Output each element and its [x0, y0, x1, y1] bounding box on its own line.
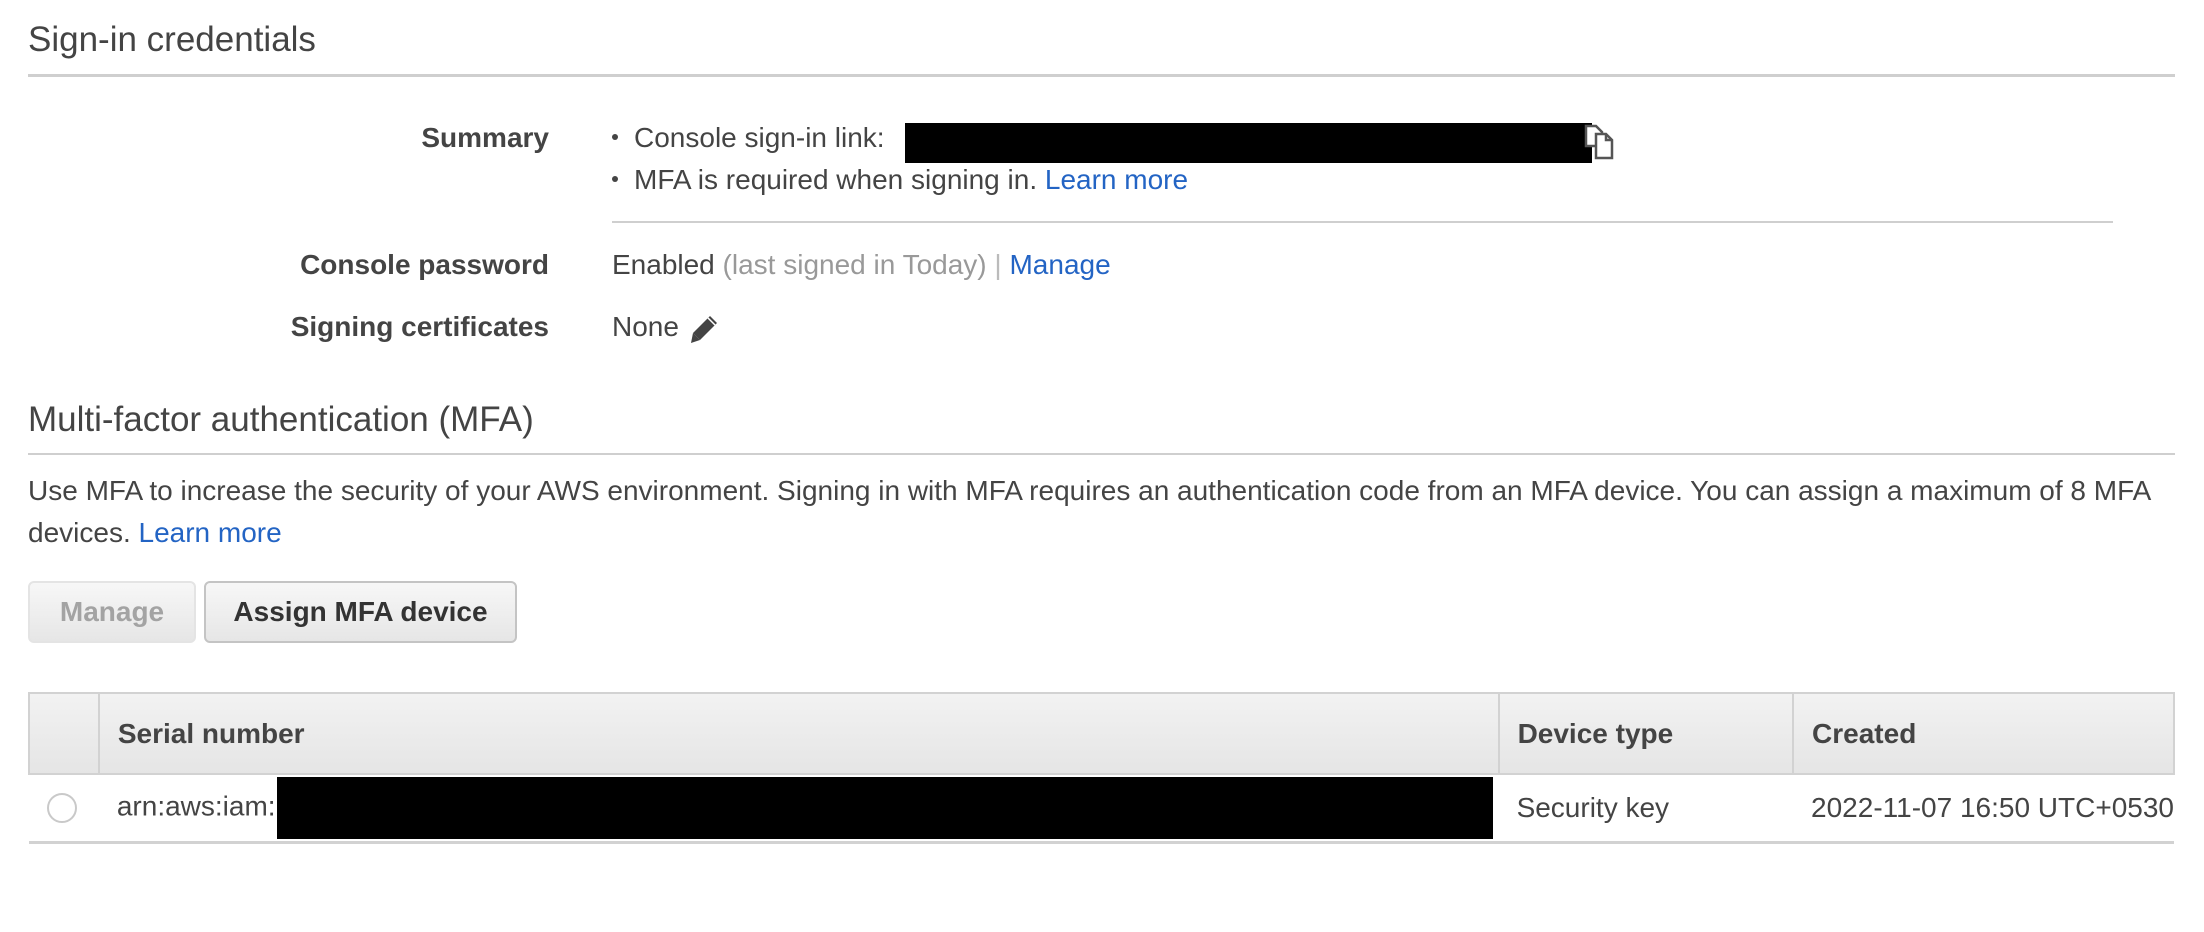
console-password-status: Enabled	[612, 249, 715, 280]
separator: |	[994, 249, 1002, 280]
signing-certificates-value: None	[612, 311, 679, 343]
column-header-created[interactable]: Created	[1792, 692, 2175, 775]
device-type-cell: Security key	[1498, 774, 1794, 844]
console-password-label: Console password	[300, 249, 549, 280]
console-password-last-signed: (last signed in Today)	[722, 249, 987, 280]
copy-icon[interactable]	[1582, 122, 1618, 162]
table-header-row: Serial number Device type Created	[28, 692, 2175, 775]
manage-mfa-button[interactable]: Manage	[28, 581, 196, 643]
bullet	[612, 175, 618, 182]
pencil-icon[interactable]	[688, 313, 720, 345]
mfa-description-text: Use MFA to increase the security of your…	[28, 475, 2150, 548]
row-select-cell[interactable]	[29, 774, 99, 844]
signin-section-title: Sign-in credentials	[28, 20, 316, 59]
console-signin-link-redacted[interactable]	[905, 123, 1592, 163]
console-signin-link-item: Console sign-in link:	[612, 122, 885, 154]
summary-learn-more-link[interactable]: Learn more	[1045, 164, 1188, 195]
mfa-required-text: MFA is required when signing in.	[634, 164, 1038, 195]
row-radio-button[interactable]	[47, 793, 77, 823]
summary-label: Summary	[421, 122, 549, 153]
signing-certificates-none: None	[612, 311, 679, 342]
bullet	[612, 133, 618, 140]
column-header-select	[28, 692, 100, 775]
serial-number-redacted	[277, 777, 1494, 839]
console-signin-link-label: Console sign-in link:	[634, 122, 885, 153]
created-cell: 2022-11-07 16:50 UTC+0530	[1793, 774, 2174, 844]
mfa-description: Use MFA to increase the security of your…	[28, 470, 2188, 554]
serial-number-cell: arn:aws:iam:	[98, 774, 1499, 844]
mfa-required-item: MFA is required when signing in. Learn m…	[612, 164, 1188, 196]
console-password-value: Enabled (last signed in Today) | Manage	[612, 249, 1111, 281]
summary-divider	[612, 221, 2113, 223]
mfa-section-divider	[28, 453, 2175, 455]
console-password-manage-link[interactable]: Manage	[1009, 249, 1110, 280]
serial-number-prefix: arn:aws:iam:	[116, 790, 276, 822]
mfa-learn-more-link[interactable]: Learn more	[139, 517, 282, 548]
column-header-serial-number[interactable]: Serial number	[97, 692, 1500, 775]
signing-certificates-label: Signing certificates	[290, 311, 549, 342]
table-row[interactable]: arn:aws:iam: Security key 2022-11-07 16:…	[29, 774, 2174, 844]
mfa-devices-table: Serial number Device type Created arn:aw…	[28, 692, 2175, 844]
column-header-device-type[interactable]: Device type	[1497, 692, 1795, 775]
assign-mfa-device-button[interactable]: Assign MFA device	[204, 581, 517, 643]
signin-section-divider	[28, 74, 2175, 77]
mfa-section-title: Multi-factor authentication (MFA)	[28, 400, 534, 439]
